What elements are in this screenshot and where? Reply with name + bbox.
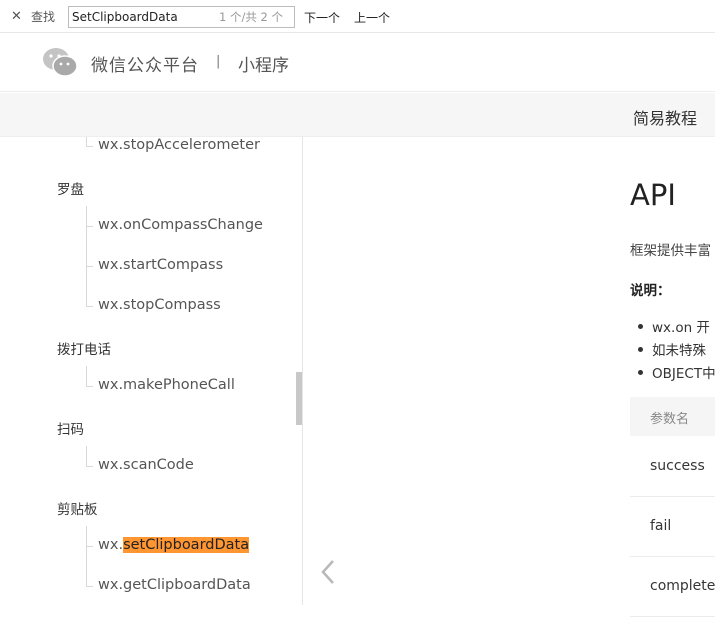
table-cell: fail (650, 518, 672, 534)
sidebar-category-clipboard[interactable]: 剪贴板 (57, 498, 98, 518)
tree-line (86, 366, 87, 386)
list-item: OBJECT中 (638, 362, 715, 385)
find-next-button[interactable]: 下一个 (304, 9, 340, 26)
sidebar-category-phone-call[interactable]: 拨打电话 (57, 338, 111, 358)
brand-separator: | (216, 54, 221, 69)
find-match-count: 1 个/共 2 个 (219, 10, 283, 24)
sidebar-scrollbar[interactable] (296, 372, 302, 425)
table-cell: complete (650, 578, 715, 594)
list-item: wx.on 开 (638, 316, 715, 339)
find-prev-button[interactable]: 上一个 (354, 9, 390, 26)
table-row: success (630, 437, 715, 497)
tree-line (86, 137, 87, 146)
page-title: API (630, 178, 676, 212)
tree-line (86, 266, 93, 267)
api-sidebar: wx.stopAccelerometer 罗盘 wx.onCompassChan… (0, 137, 303, 605)
sidebar-item-prefix: wx. (98, 537, 124, 553)
find-bar: ✕ 查找 1 个/共 2 个 下一个 上一个 (0, 0, 715, 33)
table-header-cell: 参数名 (650, 412, 690, 427)
close-icon[interactable]: ✕ (11, 10, 25, 23)
sidebar-item-scan-code[interactable]: wx.scanCode (98, 457, 194, 473)
tree-line (86, 146, 93, 147)
sidebar-category-scan-code[interactable]: 扫码 (57, 418, 84, 438)
chevron-left-icon[interactable] (318, 557, 340, 587)
tree-line (86, 466, 93, 467)
tree-line (86, 586, 93, 587)
table-header: 参数名 (630, 397, 715, 436)
tree-line (86, 546, 93, 547)
list-item: 如未特殊 (638, 339, 715, 362)
find-input-box[interactable]: 1 个/共 2 个 (68, 6, 295, 28)
tree-line (86, 206, 87, 306)
tree-line (86, 306, 93, 307)
site-header: 微信公众平台 | 小程序 (0, 34, 715, 92)
find-input[interactable] (72, 10, 202, 24)
table-cell: success (650, 458, 705, 474)
table-row: fail (630, 497, 715, 557)
find-label: 查找 (31, 9, 56, 24)
wechat-logo-icon[interactable] (42, 47, 78, 77)
sidebar-item-stop-accelerometer[interactable]: wx.stopAccelerometer (98, 137, 260, 153)
nav-link-tutorial[interactable]: 简易教程 (633, 105, 697, 129)
brand-title[interactable]: 微信公众平台 (91, 51, 199, 76)
search-highlight: setClipboardData (123, 537, 250, 553)
sidebar-item-on-compass-change[interactable]: wx.onCompassChange (98, 217, 263, 233)
table-row: complete (630, 557, 715, 617)
product-title[interactable]: 小程序 (238, 51, 289, 76)
sidebar-item-get-clipboard-data[interactable]: wx.getClipboardData (98, 577, 251, 593)
intro-text: 框架提供丰富 (630, 243, 711, 259)
tree-line (86, 226, 93, 227)
sidebar-item-start-compass[interactable]: wx.startCompass (98, 257, 223, 273)
note-heading: 说明： (630, 283, 671, 299)
sidebar-item-stop-compass[interactable]: wx.stopCompass (98, 297, 221, 313)
tree-line (86, 386, 93, 387)
tree-line (86, 526, 87, 586)
sub-navigation: 简易教程 (0, 93, 715, 137)
note-list: wx.on 开 如未特殊 OBJECT中 (638, 316, 715, 385)
tree-line (86, 446, 87, 466)
sidebar-item-set-clipboard-data[interactable]: wx.setClipboardData (98, 537, 250, 553)
sidebar-category-compass[interactable]: 罗盘 (57, 178, 84, 198)
sidebar-item-make-phone-call[interactable]: wx.makePhoneCall (98, 377, 235, 393)
